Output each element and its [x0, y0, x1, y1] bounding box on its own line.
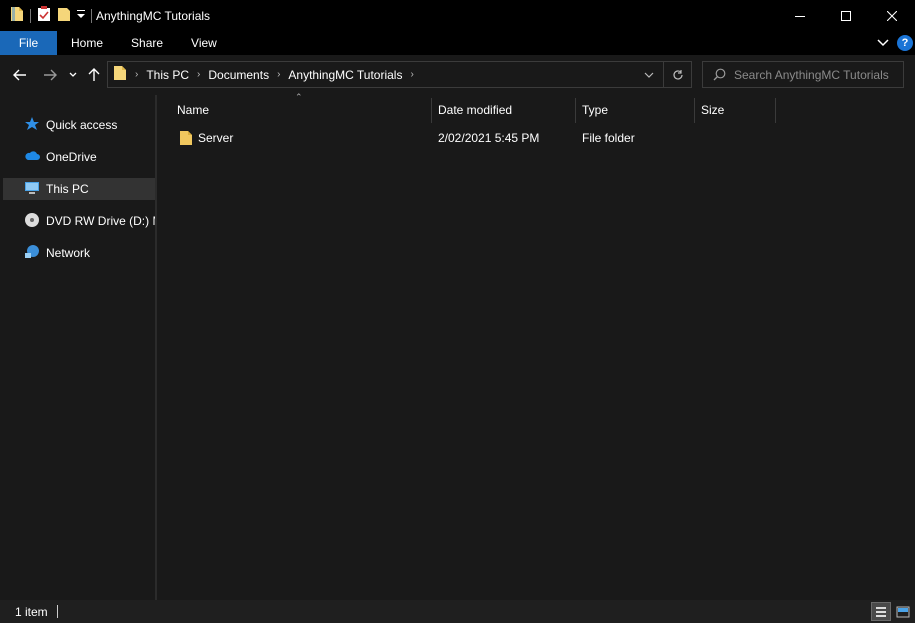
recent-locations-button[interactable]: [66, 65, 80, 85]
details-view-button[interactable]: [871, 602, 891, 621]
title-bar: AnythingMC Tutorials: [0, 0, 915, 31]
breadcrumb: › This PC › Documents › AnythingMC Tutor…: [108, 62, 414, 87]
item-count: 1 item: [15, 604, 48, 619]
expand-ribbon-icon[interactable]: [877, 36, 889, 50]
customize-toolbar-icon[interactable]: [77, 9, 85, 22]
chevron-right-icon[interactable]: ›: [277, 69, 280, 80]
close-button[interactable]: [869, 0, 915, 31]
view-switcher: [871, 602, 913, 621]
address-controls: [635, 62, 691, 87]
toolbar-divider: [91, 8, 92, 23]
file-name: Server: [198, 131, 234, 145]
sidebar-item-dvd-drive[interactable]: DVD RW Drive (D:) M: [3, 210, 155, 232]
refresh-button[interactable]: [663, 62, 691, 87]
sidebar-item-label: DVD RW Drive (D:) M: [46, 214, 155, 228]
navigation-pane: Quick access OneDrive This PC DVD RW Dri…: [0, 95, 157, 600]
address-bar[interactable]: › This PC › Documents › AnythingMC Tutor…: [107, 61, 692, 88]
folder-icon[interactable]: [10, 6, 24, 25]
column-divider[interactable]: [775, 98, 776, 123]
sidebar-item-label: This PC: [46, 182, 89, 196]
tab-file[interactable]: File: [0, 31, 57, 55]
network-icon: [24, 244, 40, 263]
search-box[interactable]: [702, 61, 904, 88]
table-row[interactable]: Server 2/02/2021 5:45 PM File folder: [173, 126, 773, 150]
sidebar-item-network[interactable]: Network: [3, 242, 155, 264]
forward-button[interactable]: [40, 65, 60, 85]
search-icon: [713, 68, 726, 81]
window-controls: [777, 0, 915, 31]
properties-icon[interactable]: [37, 6, 51, 25]
file-list: ⌃ Name Date modified Type Size Server 2/…: [159, 92, 915, 600]
column-header-name[interactable]: Name: [171, 97, 431, 123]
column-header-date-modified[interactable]: Date modified: [432, 97, 575, 123]
computer-icon: [24, 180, 40, 199]
sidebar-item-this-pc[interactable]: This PC: [3, 178, 155, 200]
navigation-bar: › This PC › Documents › AnythingMC Tutor…: [0, 55, 915, 95]
disc-icon: [24, 212, 40, 231]
search-input[interactable]: [734, 67, 899, 82]
sidebar-item-onedrive[interactable]: OneDrive: [3, 146, 155, 168]
tab-view[interactable]: View: [177, 31, 231, 55]
sidebar-item-quick-access[interactable]: Quick access: [3, 114, 155, 136]
column-header-size[interactable]: Size: [695, 97, 775, 123]
tab-share[interactable]: Share: [117, 31, 177, 55]
ribbon-tabs: File Home Share View ?: [0, 31, 915, 55]
star-icon: [24, 116, 40, 135]
breadcrumb-this-pc[interactable]: This PC: [146, 68, 189, 82]
status-bar: 1 item: [0, 600, 915, 623]
breadcrumb-anythingmc-tutorials[interactable]: AnythingMC Tutorials: [288, 68, 402, 82]
file-type: File folder: [582, 131, 635, 145]
sidebar-item-label: Quick access: [46, 118, 118, 132]
folder-icon: [179, 126, 193, 150]
folder-icon: [113, 65, 127, 84]
sidebar-item-label: OneDrive: [46, 150, 97, 164]
chevron-right-icon[interactable]: ›: [410, 69, 413, 80]
toolbar-divider: [30, 8, 31, 23]
address-history-button[interactable]: [635, 72, 663, 78]
chevron-right-icon[interactable]: ›: [197, 69, 200, 80]
ribbon-controls: ?: [877, 31, 915, 55]
up-button[interactable]: [85, 65, 103, 85]
large-icons-view-button[interactable]: [893, 602, 913, 621]
column-header-type[interactable]: Type: [576, 97, 694, 123]
help-icon[interactable]: ?: [897, 35, 913, 51]
breadcrumb-documents[interactable]: Documents: [208, 68, 269, 82]
cloud-icon: [24, 148, 40, 167]
window-title: AnythingMC Tutorials: [96, 8, 211, 23]
sidebar-item-label: Network: [46, 246, 91, 260]
file-date-modified: 2/02/2021 5:45 PM: [438, 131, 540, 145]
back-button[interactable]: [10, 65, 30, 85]
quick-access-toolbar: [0, 0, 92, 31]
chevron-right-icon[interactable]: ›: [135, 69, 138, 80]
minimize-button[interactable]: [777, 0, 823, 31]
maximize-button[interactable]: [823, 0, 869, 31]
status-divider: [56, 605, 58, 618]
tab-home[interactable]: Home: [57, 31, 117, 55]
new-folder-icon[interactable]: [57, 6, 71, 25]
